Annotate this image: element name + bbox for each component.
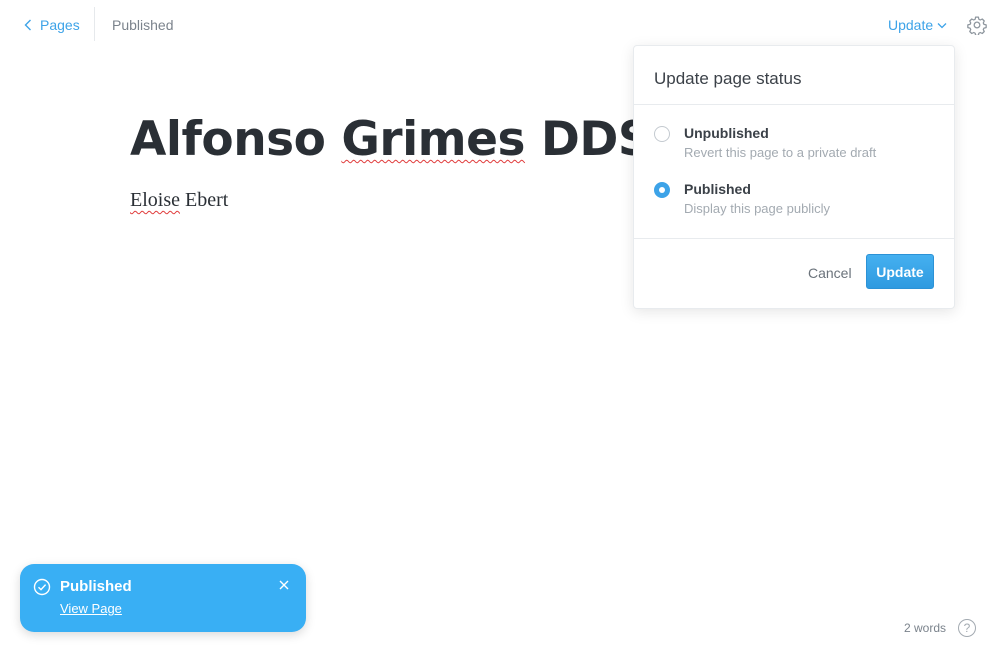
option-title: Unpublished <box>684 125 769 141</box>
title-part-misspelled: Grimes <box>341 112 526 167</box>
update-toggle-label: Update <box>888 17 934 33</box>
body-part: Ebert <box>180 189 229 211</box>
option-text: Published Display this page publicly <box>684 181 830 217</box>
unpublished-radio[interactable] <box>654 126 670 142</box>
published-toast: Published View Page <box>20 564 306 632</box>
toast-title: Published <box>60 578 132 595</box>
help-icon[interactable]: ? <box>958 619 976 637</box>
gear-icon[interactable] <box>967 15 987 35</box>
status-options: Unpublished Revert this page to a privat… <box>634 105 954 239</box>
option-text: Unpublished Revert this page to a privat… <box>684 125 876 161</box>
page-body-text[interactable]: Eloise Ebert <box>130 189 228 212</box>
word-count: 2 words <box>904 621 947 635</box>
update-dropdown-toggle[interactable]: Update <box>888 17 947 33</box>
option-published[interactable]: Published Display this page publicly <box>654 181 830 217</box>
title-part: Alfonso <box>130 112 342 167</box>
body-part-misspelled: Eloise <box>130 189 180 211</box>
option-unpublished[interactable]: Unpublished Revert this page to a privat… <box>654 125 876 161</box>
back-link-label: Pages <box>40 17 80 33</box>
update-status-popover: Update page status Unpublished Revert th… <box>633 45 955 309</box>
update-button[interactable]: Update <box>866 254 934 289</box>
published-radio[interactable] <box>654 182 670 198</box>
option-description: Revert this page to a private draft <box>684 145 877 160</box>
check-circle-icon <box>33 578 51 596</box>
view-page-link[interactable]: View Page <box>60 601 122 616</box>
topbar-divider <box>94 7 95 41</box>
option-title: Published <box>684 181 751 197</box>
option-description: Display this page publicly <box>684 201 830 216</box>
back-to-pages-link[interactable]: Pages <box>24 15 80 35</box>
page-status-label: Published <box>112 17 174 33</box>
chevron-down-icon <box>937 22 947 28</box>
close-icon[interactable] <box>278 579 290 591</box>
popover-title: Update page status <box>634 46 954 105</box>
popover-footer: Cancel Update <box>634 239 954 309</box>
cancel-button[interactable]: Cancel <box>808 265 852 281</box>
chevron-left-icon <box>24 19 31 31</box>
page-title[interactable]: Alfonso Grimes DDS <box>130 112 652 167</box>
